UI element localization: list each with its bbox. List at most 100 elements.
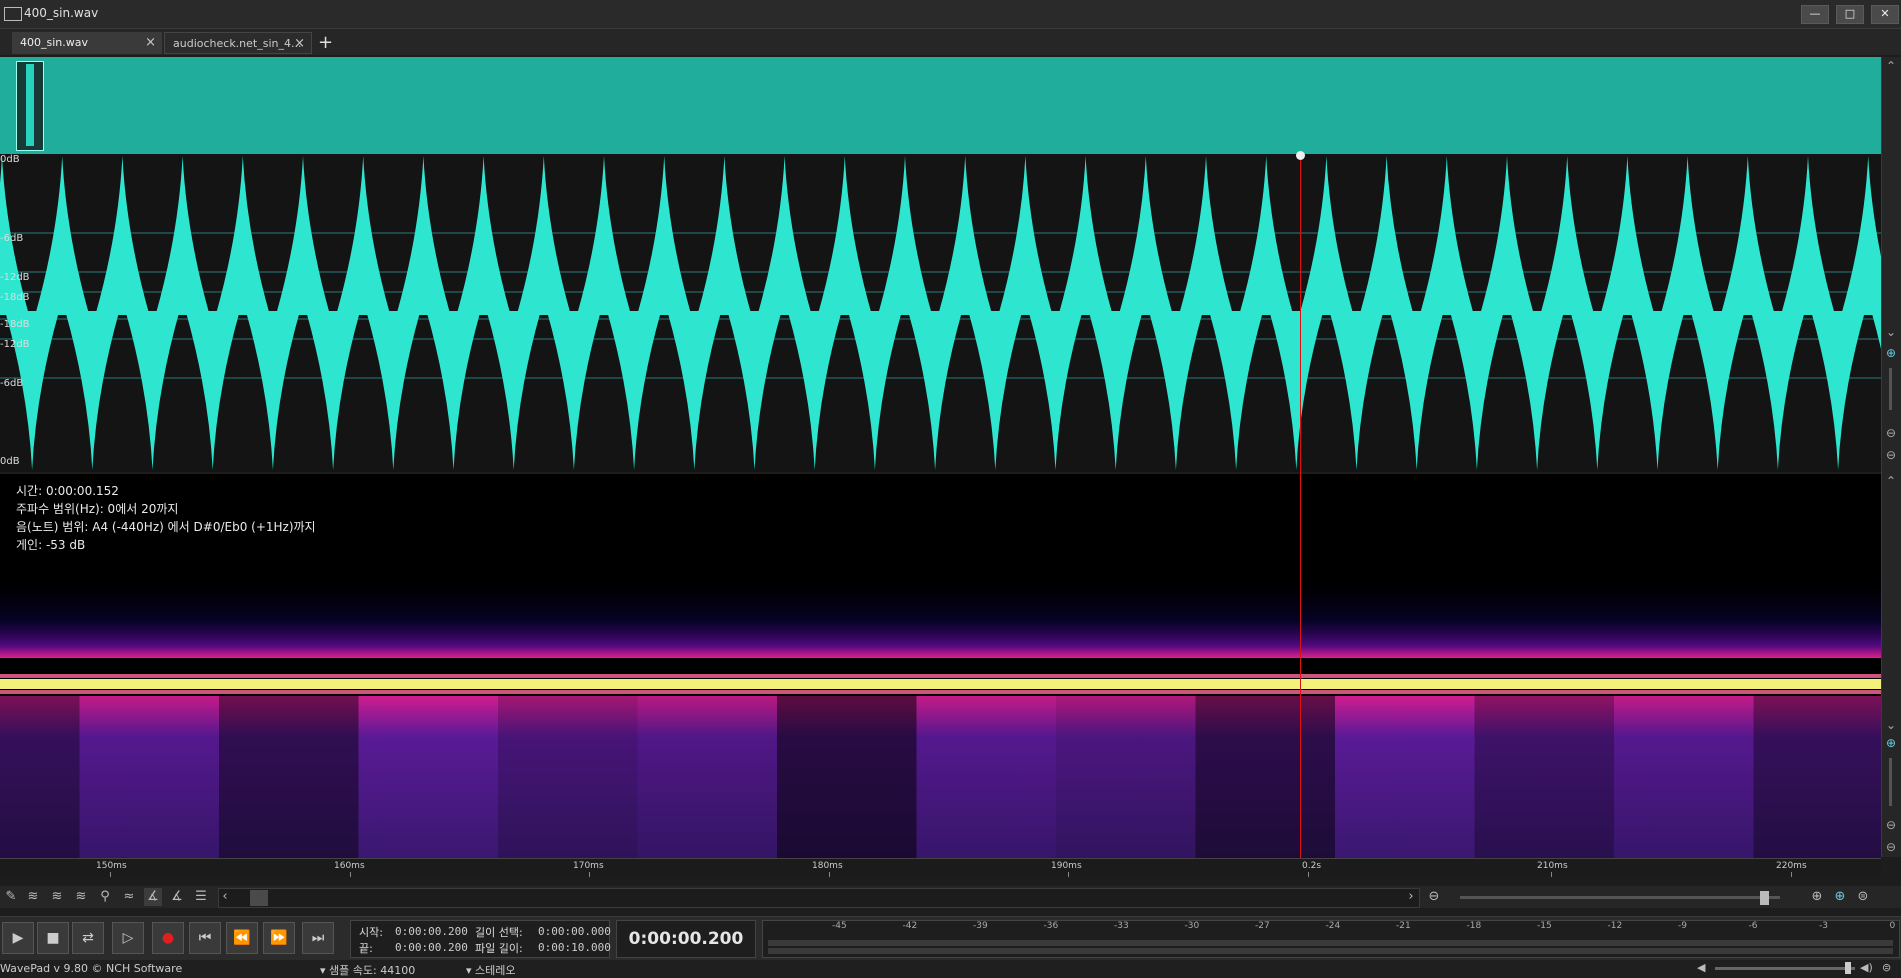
waveform-view-icon[interactable]: ≋ xyxy=(24,888,42,906)
rewind-button[interactable]: ⏪ xyxy=(226,922,258,954)
meter-scale-label: -12 xyxy=(1607,921,1623,931)
list-icon[interactable]: ☰ xyxy=(192,888,210,906)
meter-scale-label: -21 xyxy=(1396,921,1411,931)
volume-slider-thumb[interactable] xyxy=(1845,962,1851,974)
playhead-line[interactable] xyxy=(1300,154,1301,876)
spectrogram-time: 시간: 0:00:00.152 xyxy=(16,484,119,498)
volume-slider[interactable] xyxy=(1715,967,1855,970)
db-label: -18dB xyxy=(0,292,30,303)
zoom-slider-thumb[interactable] xyxy=(1760,891,1769,905)
zoom-in-icon[interactable]: ⊕ xyxy=(1884,346,1898,360)
zoom-out-icon[interactable]: ⊖ xyxy=(1884,818,1898,832)
vertical-zoom-track[interactable] xyxy=(1889,368,1892,410)
loop-button[interactable]: ⇄ xyxy=(72,922,104,954)
ruler-tick xyxy=(1068,872,1069,877)
vertical-zoom-track[interactable] xyxy=(1889,758,1892,806)
ruler-label: 170ms xyxy=(573,861,604,871)
spectrogram-view-icon[interactable]: ∡ xyxy=(168,888,186,906)
meter-scale-label: -33 xyxy=(1114,921,1129,931)
waveform-view-icon[interactable]: ≋ xyxy=(48,888,66,906)
scroll-down-icon[interactable]: ⌄ xyxy=(1884,325,1898,339)
meter-scale-label: -39 xyxy=(973,921,988,931)
zoom-slider-track[interactable] xyxy=(1460,896,1780,899)
title-bar: 400_sin.wav xyxy=(0,0,1901,29)
go-to-end-button[interactable]: ⏭ xyxy=(302,922,334,954)
start-value[interactable]: 0:00:00.200 xyxy=(395,925,468,938)
selection-length-value[interactable]: 0:00:00.000 xyxy=(538,925,611,938)
end-label: 끝: xyxy=(359,942,373,955)
play-button[interactable]: ▶ xyxy=(2,922,34,954)
pencil-icon[interactable]: ✎ xyxy=(2,888,20,906)
ruler-label: 160ms xyxy=(334,861,365,871)
ruler-tick xyxy=(829,872,830,877)
minimize-button[interactable]: — xyxy=(1801,5,1829,24)
overview-strip[interactable] xyxy=(0,57,1881,154)
db-label: -18dB xyxy=(0,319,30,330)
speaker-icon[interactable]: ◀) xyxy=(1860,961,1873,974)
stop-button[interactable]: ■ xyxy=(37,922,69,954)
zoom-out-icon[interactable]: ⊖ xyxy=(1425,888,1443,906)
close-icon[interactable]: × xyxy=(145,32,156,54)
meter-scale-label: -18 xyxy=(1466,921,1482,931)
spectrogram-view-icon[interactable]: ∡ xyxy=(144,888,162,906)
spectrogram-note-range: 음(노트) 범위: A4 (-440Hz) 에서 D#0/Eb0 (+1Hz)까… xyxy=(16,520,316,534)
ruler-tick xyxy=(589,872,590,877)
record-button[interactable]: ● xyxy=(152,922,184,954)
level-meter-left-channel xyxy=(768,940,1893,946)
file-length-label: 파일 길이: xyxy=(475,942,523,955)
scroll-up-icon[interactable]: ⌃ xyxy=(1884,59,1898,73)
ruler-tick xyxy=(1791,872,1792,877)
spectrogram-freq-range: 주파수 범위(Hz): 0에서 20까지 xyxy=(16,502,179,516)
tab-label: audiocheck.net_sin_4... xyxy=(173,37,302,50)
fast-forward-button[interactable]: ⏩ xyxy=(263,922,295,954)
channels-dropdown[interactable]: ▾ 스테레오 xyxy=(466,962,516,978)
spectrogram-view[interactable]: 시간: 0:00:00.152 주파수 범위(Hz): 0에서 20까지 음(노… xyxy=(0,474,1881,858)
zoom-fit-icon[interactable]: ⊖ xyxy=(1884,840,1898,854)
zoom-in-icon[interactable]: ⊕ xyxy=(1808,888,1826,906)
waveform-view-icon[interactable]: ≋ xyxy=(72,888,90,906)
scroll-down-icon[interactable]: ⌄ xyxy=(1884,718,1898,732)
end-value[interactable]: 0:00:00.200 xyxy=(395,941,468,954)
tab-400-sin[interactable]: 400_sin.wav × xyxy=(12,32,162,54)
zoom-selection-icon[interactable]: ⊕ xyxy=(1831,888,1849,906)
close-button[interactable]: ✕ xyxy=(1871,5,1899,24)
zoom-fit-icon[interactable]: ⊖ xyxy=(1884,448,1898,462)
spectrogram-gain: 게인: -53 dB xyxy=(16,538,86,552)
meter-scale-label: -27 xyxy=(1255,921,1270,931)
app-icon xyxy=(4,7,22,21)
current-time-display: 0:00:00.200 xyxy=(616,920,756,958)
meter-scale-label: -24 xyxy=(1325,921,1341,931)
meter-scale-label: -42 xyxy=(902,921,918,931)
add-tab-button[interactable]: + xyxy=(318,32,333,53)
zoom-full-icon[interactable]: ⊜ xyxy=(1854,888,1872,906)
search-icon[interactable]: ⚲ xyxy=(96,888,114,906)
horizontal-scrollbar[interactable] xyxy=(218,888,1420,908)
close-icon[interactable]: × xyxy=(294,33,305,55)
scroll-right-icon[interactable]: › xyxy=(1402,888,1420,906)
scrollbar-thumb[interactable] xyxy=(250,890,268,906)
scroll-up-icon[interactable]: ⌃ xyxy=(1884,474,1898,488)
time-ruler[interactable]: 150ms 160ms 170ms 180ms 190ms 0.2s 210ms… xyxy=(0,858,1881,877)
scroll-left-icon[interactable]: ‹ xyxy=(216,888,234,906)
meter-scale-label: -9 xyxy=(1678,921,1687,931)
meter-scale-label: -36 xyxy=(1043,921,1059,931)
sample-rate-dropdown[interactable]: ▾ 샘플 속도: 44100 xyxy=(320,962,415,978)
status-bar: WavePad v 9.80 © NCH Software ▾ 샘플 속도: 4… xyxy=(0,960,1901,977)
db-label: -12dB xyxy=(0,272,30,283)
zoom-in-icon[interactable]: ⊕ xyxy=(1884,736,1898,750)
go-to-start-button[interactable]: ⏮ xyxy=(189,922,221,954)
tab-audiocheck[interactable]: audiocheck.net_sin_4... × xyxy=(164,32,312,54)
ruler-tick xyxy=(1308,872,1309,877)
speaker-settings-icon[interactable]: ⊜ xyxy=(1882,961,1891,974)
ruler-label: 210ms xyxy=(1537,861,1568,871)
waveform-view[interactable]: 0dB -6dB -12dB -18dB -18dB -12dB -6dB 0d… xyxy=(0,154,1881,472)
waveform-view-icon[interactable]: ≈ xyxy=(120,888,138,906)
zoom-out-icon[interactable]: ⊖ xyxy=(1884,426,1898,440)
ruler-label: 220ms xyxy=(1776,861,1807,871)
maximize-button[interactable]: □ xyxy=(1836,5,1864,24)
playhead-top-handle[interactable] xyxy=(1296,151,1305,160)
play-to-cursor-button[interactable]: ▷ xyxy=(112,922,144,954)
level-meter-right-channel xyxy=(768,948,1893,954)
volume-down-icon[interactable]: ◀ xyxy=(1697,961,1705,974)
ruler-label: 150ms xyxy=(96,861,127,871)
